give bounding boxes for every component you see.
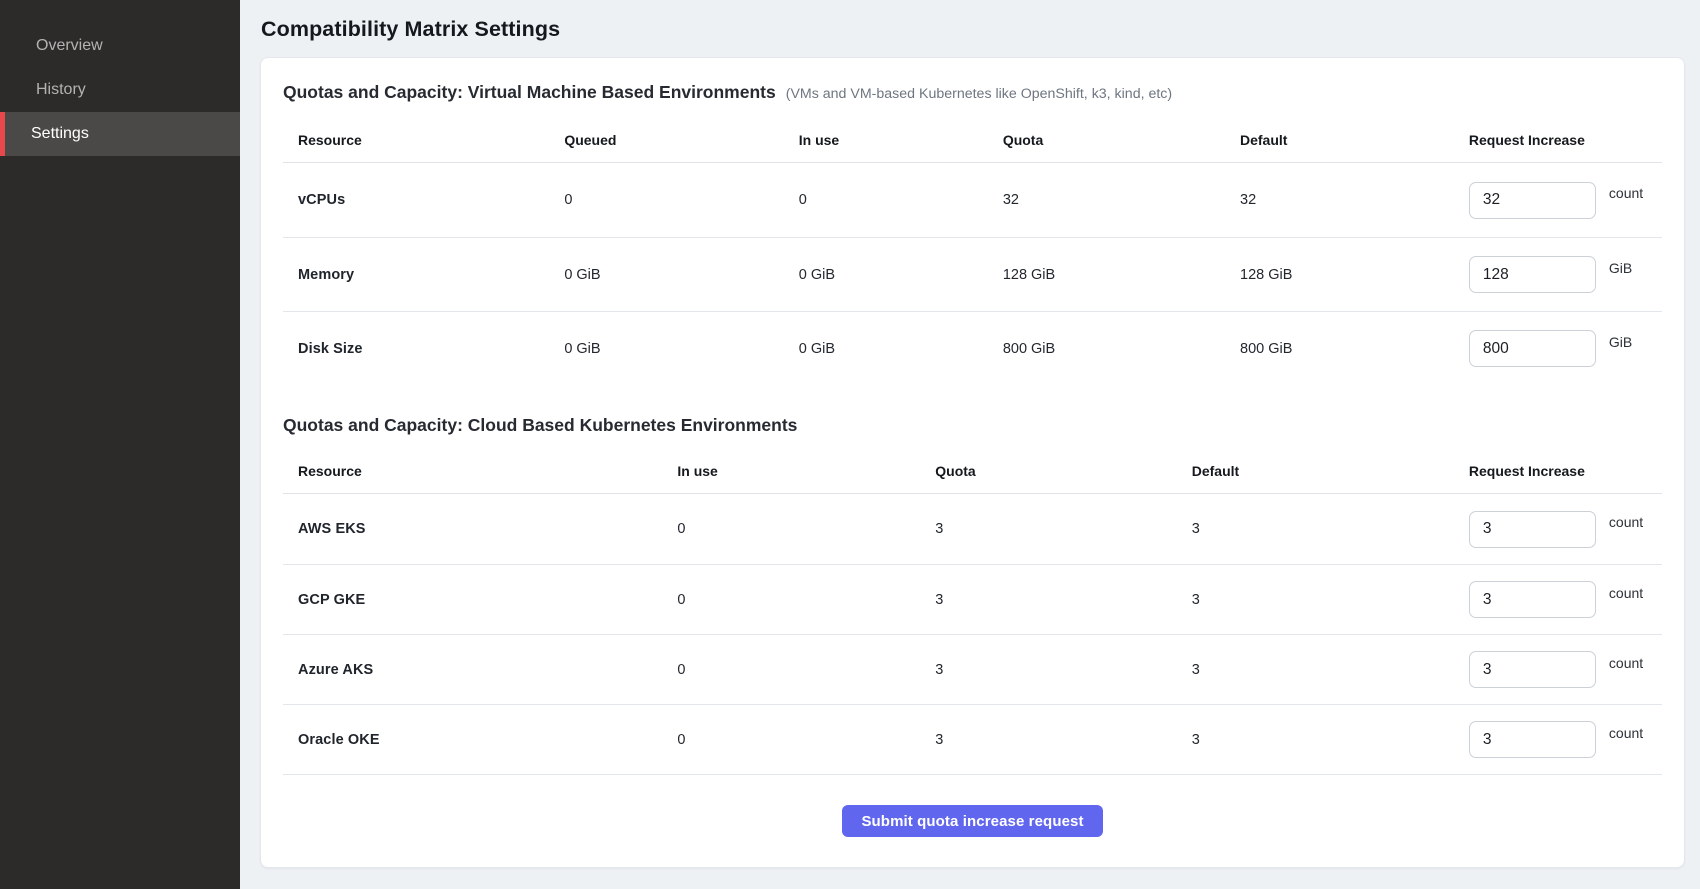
vm-section-header: Quotas and Capacity: Virtual Machine Bas… <box>283 82 1662 103</box>
cloud-quota-table: ResourceIn useQuotaDefaultRequest Increa… <box>283 448 1662 774</box>
unit-label: count <box>1609 514 1643 530</box>
default-value: 800 GiB <box>1240 341 1469 357</box>
submit-quota-button[interactable]: Submit quota increase request <box>842 805 1102 837</box>
request-increase-cell: GiB <box>1469 256 1662 293</box>
table-row: Oracle OKE033count <box>283 704 1662 774</box>
settings-card: Quotas and Capacity: Virtual Machine Bas… <box>260 57 1685 868</box>
queued-value: 0 <box>564 192 798 208</box>
request-increase-input[interactable] <box>1469 581 1596 618</box>
column-header: Quota <box>1003 132 1240 148</box>
table-row: GCP GKE033count <box>283 564 1662 634</box>
request-increase-input[interactable] <box>1469 651 1596 688</box>
request-increase-input[interactable] <box>1469 182 1596 219</box>
request-increase-input[interactable] <box>1469 511 1596 548</box>
in-use-value: 0 <box>677 662 935 678</box>
queued-value: 0 GiB <box>564 341 798 357</box>
page-title: Compatibility Matrix Settings <box>261 17 1685 42</box>
sidebar-nav: OverviewHistorySettings <box>0 24 240 156</box>
queued-value: 0 GiB <box>564 267 798 283</box>
default-value: 3 <box>1192 732 1469 748</box>
unit-label: count <box>1609 185 1643 201</box>
unit-label: count <box>1609 655 1643 671</box>
resource-name: Disk Size <box>283 341 564 357</box>
table-row: vCPUs003232count <box>283 163 1662 237</box>
column-header: Quota <box>935 463 1191 479</box>
table-row: Azure AKS033count <box>283 634 1662 704</box>
table-header-row: ResourceIn useQuotaDefaultRequest Increa… <box>283 448 1662 494</box>
resource-name: Azure AKS <box>283 662 677 678</box>
default-value: 3 <box>1192 662 1469 678</box>
cloud-section-header: Quotas and Capacity: Cloud Based Kuberne… <box>283 415 1662 436</box>
request-increase-cell: count <box>1469 182 1662 219</box>
vm-quota-table: ResourceQueuedIn useQuotaDefaultRequest … <box>283 117 1662 385</box>
table-row: Memory0 GiB0 GiB128 GiB128 GiBGiB <box>283 237 1662 311</box>
default-value: 32 <box>1240 192 1469 208</box>
column-header: Default <box>1240 132 1469 148</box>
resource-name: AWS EKS <box>283 521 677 537</box>
vm-section-title: Quotas and Capacity: Virtual Machine Bas… <box>283 82 776 103</box>
column-header: Queued <box>564 132 798 148</box>
resource-name: Memory <box>283 267 564 283</box>
request-increase-cell: GiB <box>1469 330 1662 367</box>
table-header-row: ResourceQueuedIn useQuotaDefaultRequest … <box>283 117 1662 163</box>
column-header: Resource <box>283 132 564 148</box>
sidebar-item-history[interactable]: History <box>0 68 240 112</box>
request-increase-cell: count <box>1469 581 1662 618</box>
quota-value: 800 GiB <box>1003 341 1240 357</box>
column-header: Default <box>1192 463 1469 479</box>
column-header: In use <box>799 132 1003 148</box>
column-header: In use <box>677 463 935 479</box>
table-row: Disk Size0 GiB0 GiB800 GiB800 GiBGiB <box>283 311 1662 385</box>
sidebar-item-settings[interactable]: Settings <box>0 112 240 156</box>
resource-name: vCPUs <box>283 192 564 208</box>
column-header: Resource <box>283 463 677 479</box>
column-header: Request Increase <box>1469 132 1662 148</box>
in-use-value: 0 <box>799 192 1003 208</box>
quota-value: 128 GiB <box>1003 267 1240 283</box>
quota-value: 3 <box>935 521 1191 537</box>
in-use-value: 0 <box>677 592 935 608</box>
column-header: Request Increase <box>1469 463 1662 479</box>
sidebar-item-overview[interactable]: Overview <box>0 24 240 68</box>
quota-value: 32 <box>1003 192 1240 208</box>
resource-name: Oracle OKE <box>283 732 677 748</box>
request-increase-cell: count <box>1469 511 1662 548</box>
main-content: Compatibility Matrix Settings Quotas and… <box>240 0 1700 889</box>
submit-row: Submit quota increase request <box>283 775 1662 847</box>
resource-name: GCP GKE <box>283 592 677 608</box>
request-increase-cell: count <box>1469 721 1662 758</box>
request-increase-input[interactable] <box>1469 721 1596 758</box>
unit-label: GiB <box>1609 334 1632 350</box>
default-value: 128 GiB <box>1240 267 1469 283</box>
in-use-value: 0 <box>677 521 935 537</box>
in-use-value: 0 GiB <box>799 341 1003 357</box>
unit-label: count <box>1609 725 1643 741</box>
quota-value: 3 <box>935 592 1191 608</box>
unit-label: GiB <box>1609 260 1632 276</box>
quota-value: 3 <box>935 662 1191 678</box>
unit-label: count <box>1609 585 1643 601</box>
request-increase-input[interactable] <box>1469 256 1596 293</box>
sidebar: OverviewHistorySettings <box>0 0 240 889</box>
quota-value: 3 <box>935 732 1191 748</box>
default-value: 3 <box>1192 592 1469 608</box>
table-row: AWS EKS033count <box>283 494 1662 564</box>
in-use-value: 0 GiB <box>799 267 1003 283</box>
vm-section-subtitle: (VMs and VM-based Kubernetes like OpenSh… <box>786 86 1172 102</box>
default-value: 3 <box>1192 521 1469 537</box>
cloud-section-title: Quotas and Capacity: Cloud Based Kuberne… <box>283 415 797 436</box>
request-increase-input[interactable] <box>1469 330 1596 367</box>
in-use-value: 0 <box>677 732 935 748</box>
request-increase-cell: count <box>1469 651 1662 688</box>
